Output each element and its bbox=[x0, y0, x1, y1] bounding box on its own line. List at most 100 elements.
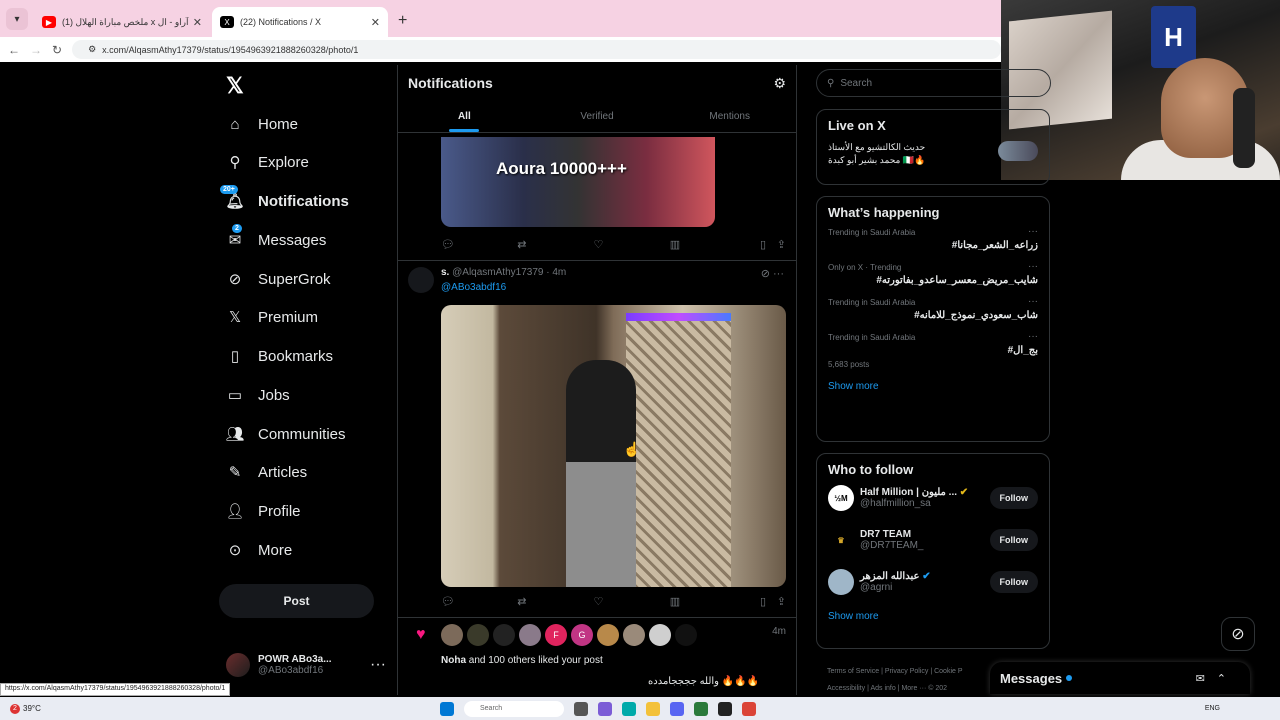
avatar[interactable]: F bbox=[545, 624, 567, 646]
nav-supergrok[interactable]: ⊘ SuperGrok bbox=[226, 267, 331, 291]
follow-button[interactable]: Follow bbox=[989, 529, 1038, 551]
tab-verified[interactable]: Verified bbox=[531, 101, 664, 132]
account-switcher[interactable]: POWR ABo3a... @ABo3abdf16 ··· bbox=[226, 650, 386, 680]
avatar[interactable]: G bbox=[571, 624, 593, 646]
follow-button[interactable]: Follow bbox=[989, 571, 1038, 593]
views-icon[interactable]: ▥ bbox=[670, 238, 746, 251]
search-input[interactable]: ⚲ Search bbox=[816, 69, 1051, 97]
footer-line[interactable]: Accessibility | Ads info | More ··· © 20… bbox=[827, 680, 1007, 697]
avatar[interactable] bbox=[519, 624, 541, 646]
bookmark-icon[interactable]: ▯ bbox=[746, 238, 766, 251]
avatar[interactable] bbox=[493, 624, 515, 646]
folder-icon[interactable] bbox=[646, 701, 660, 716]
views-icon[interactable]: ▥ bbox=[670, 595, 746, 608]
nav-communities[interactable]: 👥︎ Communities bbox=[225, 422, 345, 446]
task-view-icon[interactable] bbox=[574, 701, 588, 716]
footer-links[interactable]: Terms of Service | Privacy Policy | Cook… bbox=[827, 663, 1007, 697]
retweet-icon[interactable]: ⇄ bbox=[517, 238, 593, 251]
avatar[interactable] bbox=[408, 267, 434, 293]
tweet-author-name[interactable]: s. bbox=[441, 267, 449, 278]
tweet-media-video[interactable]: Aoura 10000+++ bbox=[441, 137, 715, 227]
settings-gear-icon[interactable]: ⚙ bbox=[773, 75, 786, 92]
nav-profile[interactable]: 👤︎ Profile bbox=[225, 499, 300, 523]
nav-bookmarks[interactable]: ▯ Bookmarks bbox=[226, 344, 333, 368]
close-tab-icon[interactable]: ✕ bbox=[193, 16, 202, 29]
like-icon[interactable]: ♡ bbox=[594, 595, 670, 608]
reply-icon[interactable]: 💬︎ bbox=[441, 238, 517, 251]
compose-message-icon[interactable]: ✉ bbox=[1196, 673, 1217, 685]
follow-suggestion[interactable]: عبدالله المزهر ✔ @agrni Follow bbox=[828, 569, 1038, 595]
avatar[interactable] bbox=[623, 624, 645, 646]
chrome-icon[interactable] bbox=[742, 701, 756, 716]
follow-suggestion[interactable]: ½M Half Million | مليون ... ✔ @halfmillio… bbox=[828, 485, 1038, 511]
new-tab-button[interactable]: + bbox=[398, 12, 407, 30]
site-info-icon[interactable]: ⚙ bbox=[88, 44, 96, 55]
back-icon[interactable]: ← bbox=[8, 43, 20, 57]
app-icon[interactable] bbox=[694, 701, 708, 716]
tweet-media-photo[interactable] bbox=[441, 305, 786, 587]
avatar[interactable]: ½M bbox=[828, 485, 854, 511]
nav-notifications[interactable]: 🔔︎ 20+ Notifications bbox=[220, 185, 349, 213]
browser-tab-youtube[interactable]: ▶ (1) ملخص مباراة الهلال x آراو - ال ✕ bbox=[34, 7, 210, 37]
nav-messages[interactable]: ✉ 2 Messages bbox=[226, 224, 326, 252]
chevron-up-icon[interactable]: ⌃ bbox=[1217, 673, 1238, 685]
trend-item[interactable]: Only on X · Trending #شايب_مريض_معسر_ساع… bbox=[828, 261, 1038, 286]
tweet-time[interactable]: 4m bbox=[552, 267, 566, 278]
bookmark-icon[interactable]: ▯ bbox=[746, 595, 766, 608]
reply-icon[interactable]: 💬︎ bbox=[441, 595, 517, 608]
language-indicator[interactable]: ENG bbox=[1205, 705, 1220, 712]
windows-start-icon[interactable] bbox=[440, 701, 454, 716]
avatar[interactable] bbox=[467, 624, 489, 646]
live-item[interactable]: حديث الكالتشيو مع الأستاذ محمد بشير أبو … bbox=[828, 141, 1038, 167]
nav-home[interactable]: ⌂ Home bbox=[226, 112, 298, 136]
edge-icon[interactable] bbox=[622, 701, 636, 716]
share-icon[interactable]: ⇪ bbox=[766, 238, 786, 251]
browser-tab-x[interactable]: X (22) Notifications / X ✕ bbox=[212, 7, 388, 37]
more-dots-icon[interactable]: ··· bbox=[1028, 226, 1038, 237]
grok-icon[interactable]: ⊘ bbox=[761, 268, 770, 280]
tab-all[interactable]: All bbox=[398, 101, 531, 132]
x-logo-icon[interactable]: 𝕏 bbox=[226, 73, 244, 99]
nav-explore[interactable]: ⚲ Explore bbox=[226, 150, 309, 174]
more-dots-icon[interactable]: ··· bbox=[1028, 261, 1038, 272]
more-dots-icon[interactable]: ··· bbox=[773, 268, 784, 280]
post-button[interactable]: Post bbox=[219, 584, 374, 618]
follow-suggestion[interactable]: ♛ DR7 TEAM @DR7TEAM_ Follow bbox=[828, 527, 1038, 553]
avatar[interactable] bbox=[675, 624, 697, 646]
grok-floating-button[interactable]: ⊘ bbox=[1221, 617, 1255, 651]
trend-item[interactable]: Trending in Saudi Arabia #بج_ال 5,683 po… bbox=[828, 331, 1038, 369]
weather-widget[interactable]: 2 39°C bbox=[10, 703, 41, 714]
trend-item[interactable]: Trending in Saudi Arabia #زراعه_الشعر_مج… bbox=[828, 226, 1038, 251]
tweet-author-handle[interactable]: @AlqasmAthy17379 bbox=[452, 267, 543, 278]
reload-icon[interactable]: ↻ bbox=[52, 43, 62, 57]
share-icon[interactable]: ⇪ bbox=[766, 595, 786, 608]
nav-jobs[interactable]: ▭ Jobs bbox=[226, 383, 290, 407]
avatar[interactable] bbox=[597, 624, 619, 646]
tab-list-dropdown[interactable]: ▾ bbox=[6, 8, 28, 30]
follow-button[interactable]: Follow bbox=[989, 487, 1038, 509]
nav-more[interactable]: ⊙ More bbox=[226, 538, 292, 562]
footer-line[interactable]: Terms of Service | Privacy Policy | Cook… bbox=[827, 663, 1007, 680]
forward-icon[interactable]: → bbox=[30, 43, 42, 57]
avatar[interactable] bbox=[828, 569, 854, 595]
avatar[interactable] bbox=[441, 624, 463, 646]
close-tab-icon[interactable]: ✕ bbox=[371, 16, 380, 29]
liker-name[interactable]: Noha bbox=[441, 655, 466, 666]
messages-drawer[interactable]: Messages ✉⌃ bbox=[990, 662, 1250, 694]
nav-premium[interactable]: 𝕏 Premium bbox=[226, 305, 318, 329]
avatar[interactable] bbox=[649, 624, 671, 646]
taskbar-search[interactable]: Search bbox=[464, 700, 564, 717]
more-dots-icon[interactable]: ··· bbox=[1028, 331, 1038, 342]
retweet-icon[interactable]: ⇄ bbox=[517, 595, 593, 608]
avatar[interactable]: ♛ bbox=[828, 527, 854, 553]
like-icon[interactable]: ♡ bbox=[594, 238, 670, 251]
trend-item[interactable]: Trending in Saudi Arabia #شاب_سعودي_نموذ… bbox=[828, 296, 1038, 321]
url-field[interactable]: ⚙ x.com/AlqasmAthy17379/status/195496392… bbox=[72, 40, 1001, 59]
discord-icon[interactable] bbox=[670, 701, 684, 716]
more-dots-icon[interactable]: ··· bbox=[1028, 296, 1038, 307]
reply-mention[interactable]: @ABo3abdf16 bbox=[441, 282, 506, 293]
tab-mentions[interactable]: Mentions bbox=[663, 101, 796, 132]
nav-articles[interactable]: ✎ Articles bbox=[226, 460, 307, 484]
app-icon[interactable] bbox=[598, 701, 612, 716]
show-more-link[interactable]: Show more bbox=[828, 611, 1038, 622]
